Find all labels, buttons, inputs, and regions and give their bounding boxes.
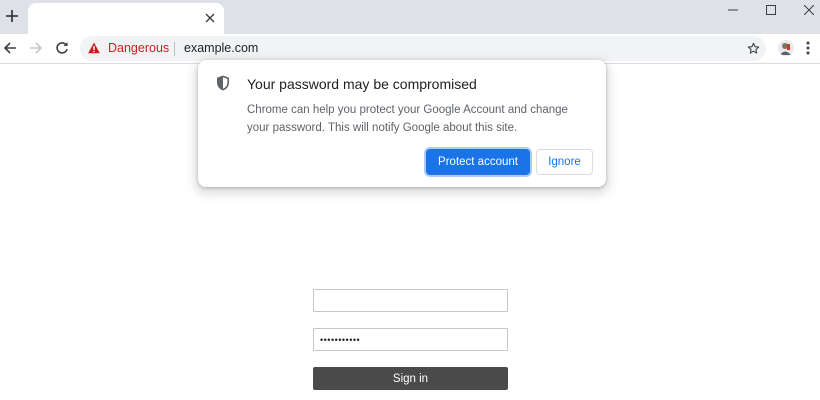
maximize-button[interactable]: [752, 0, 790, 20]
omnibox[interactable]: Dangerous example.com: [80, 36, 766, 61]
bubble-title: Your password may be compromised: [247, 76, 477, 92]
tab-close-button[interactable]: [202, 10, 218, 26]
arrow-left-icon: [3, 42, 16, 54]
arrow-right-icon: [30, 42, 43, 54]
star-icon: [747, 42, 759, 54]
shield-icon: [217, 75, 229, 91]
tab-strip: [0, 0, 820, 34]
window-close-button[interactable]: [790, 0, 820, 20]
more-vert-icon: [806, 41, 810, 55]
username-field[interactable]: [313, 289, 508, 312]
reload-button[interactable]: [52, 38, 72, 58]
bubble-description: Chrome can help you protect your Google …: [247, 104, 568, 134]
active-tab[interactable]: [28, 3, 224, 34]
bookmark-button[interactable]: [746, 41, 760, 55]
back-button[interactable]: [0, 38, 20, 58]
profile-avatar[interactable]: [778, 40, 794, 56]
avatar-icon: [778, 40, 794, 56]
ignore-button[interactable]: Ignore: [536, 149, 593, 175]
sign-in-button[interactable]: Sign in: [313, 367, 508, 390]
url-text[interactable]: example.com: [184, 41, 258, 55]
close-icon: [205, 13, 215, 23]
password-compromised-bubble: Your password may be compromised Chrome …: [198, 60, 606, 187]
close-icon: [804, 5, 814, 15]
protect-account-button[interactable]: Protect account: [426, 149, 530, 175]
forward-button[interactable]: [26, 38, 46, 58]
omnibox-divider: [174, 42, 175, 56]
security-status-label[interactable]: Dangerous: [108, 41, 169, 55]
password-field[interactable]: [313, 328, 508, 351]
warning-triangle-icon: [88, 42, 100, 54]
maximize-icon: [766, 5, 776, 15]
minimize-icon: [728, 9, 738, 11]
minimize-button[interactable]: [714, 0, 752, 20]
new-tab-button[interactable]: [2, 6, 22, 26]
reload-icon: [56, 42, 68, 54]
browser-menu-button[interactable]: [800, 38, 816, 58]
plus-icon: [6, 10, 18, 22]
